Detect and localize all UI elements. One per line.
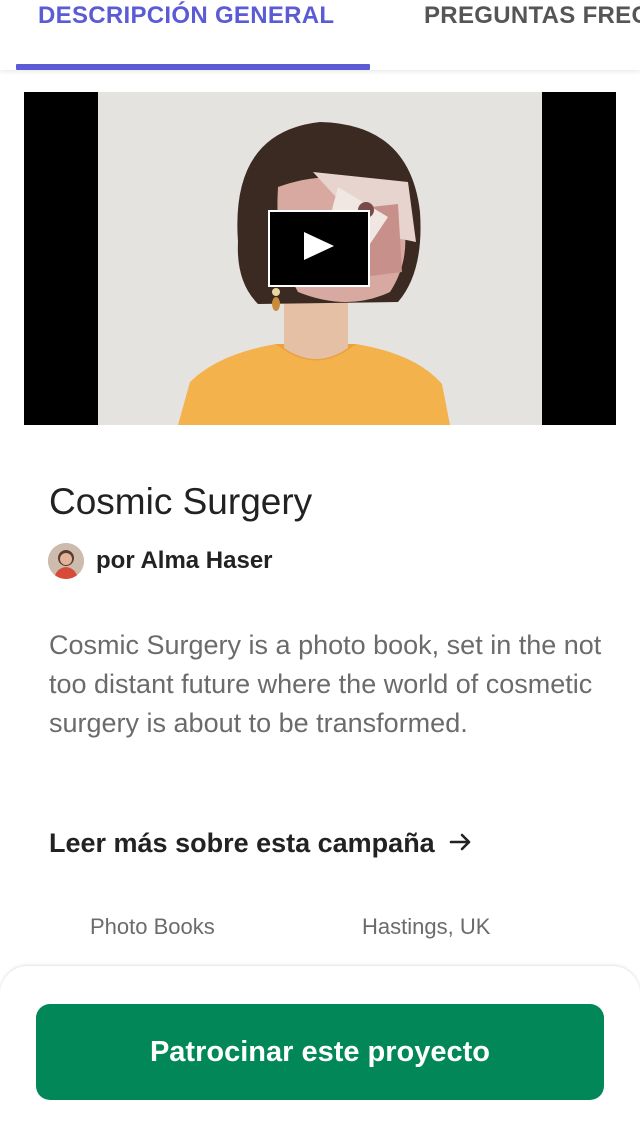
project-location[interactable]: Hastings, UK bbox=[362, 914, 490, 940]
tab-overview[interactable]: DESCRIPCIÓN GENERAL bbox=[38, 0, 334, 70]
project-description: Cosmic Surgery is a photo book, set in t… bbox=[49, 630, 602, 738]
play-button[interactable] bbox=[268, 210, 370, 287]
project-title: Cosmic Surgery bbox=[49, 481, 313, 522]
project-category[interactable]: Photo Books bbox=[90, 914, 215, 940]
play-icon bbox=[302, 230, 336, 267]
tab-bar: DESCRIPCIÓN GENERAL PREGUNTAS FRECUENTES bbox=[0, 0, 640, 70]
creator-avatar bbox=[48, 543, 84, 579]
tab-faq[interactable]: PREGUNTAS FRECUENTES bbox=[424, 0, 640, 70]
back-project-button[interactable]: Patrocinar este proyecto bbox=[36, 1004, 604, 1100]
read-more-label: Leer más sobre esta campaña bbox=[49, 828, 435, 858]
read-more-link[interactable]: Leer más sobre esta campaña bbox=[49, 828, 473, 859]
bottom-action-bar: Patrocinar este proyecto bbox=[0, 966, 640, 1136]
creator-name: por Alma Haser bbox=[96, 547, 273, 574]
creator-row[interactable]: por Alma Haser bbox=[48, 543, 273, 579]
project-video[interactable] bbox=[24, 92, 616, 425]
arrow-right-icon bbox=[449, 828, 473, 859]
active-tab-indicator bbox=[16, 64, 370, 70]
